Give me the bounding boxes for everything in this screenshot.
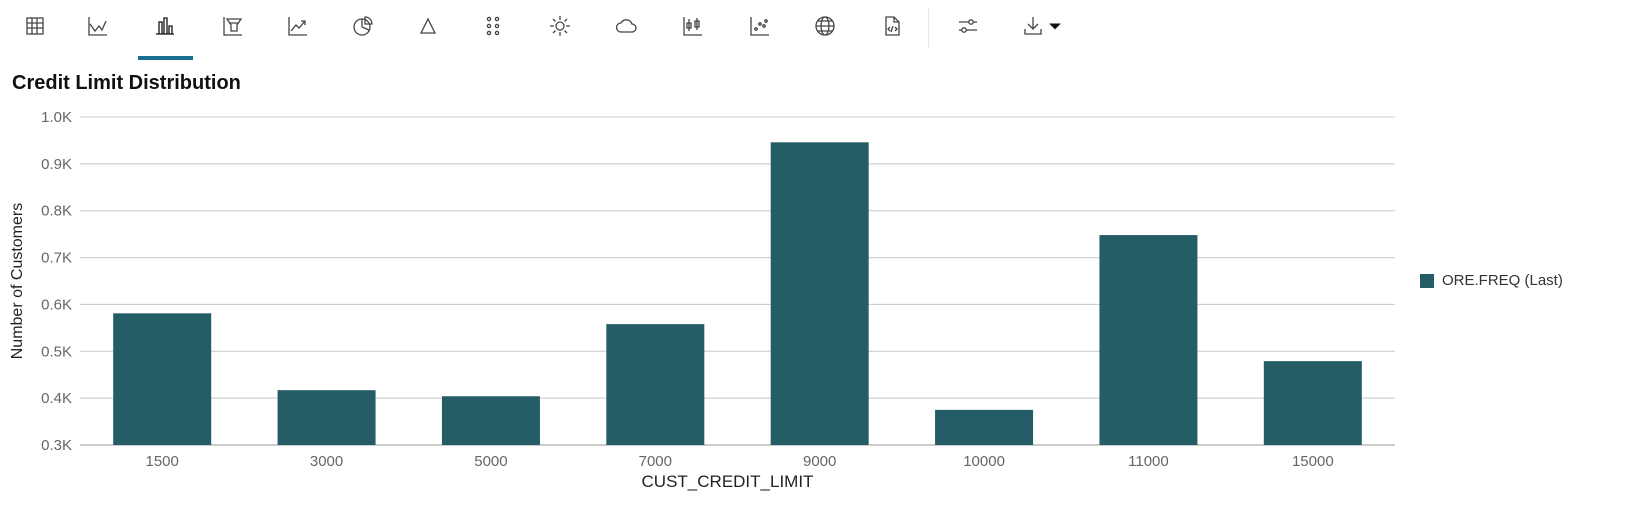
candlestick-icon	[683, 17, 702, 36]
scatter-button[interactable]	[740, 8, 780, 44]
dots-grid-icon	[486, 16, 500, 36]
bar-5000	[441, 396, 540, 445]
sun-button[interactable]	[540, 8, 580, 44]
selected-indicator	[138, 56, 193, 60]
candlestick-button[interactable]	[673, 8, 713, 44]
legend-swatch	[1420, 273, 1434, 288]
trend-chart-button[interactable]	[278, 8, 318, 44]
pie-chart-button[interactable]	[343, 8, 383, 44]
x-tick-label: 15000	[1292, 453, 1334, 470]
bar-7000	[606, 324, 705, 445]
y-axis-title: Number of Customers	[9, 203, 26, 360]
x-tick-label: 10000	[963, 453, 1005, 470]
line-chart-button[interactable]	[78, 8, 118, 44]
sun-icon	[550, 16, 570, 36]
bar-chart: 0.3K 0.4K 0.5K 0.6K 0.7K 0.8K 0.9K 1.0K 1500 3000…	[9, 109, 1395, 491]
chart-title: Credit Limit Distribution	[12, 72, 241, 94]
bar-chart-icon	[156, 17, 174, 35]
x-tick-label: 7000	[639, 453, 672, 470]
table-button[interactable]	[15, 8, 55, 44]
bar-9000	[770, 142, 869, 445]
bar-15000	[1263, 361, 1362, 445]
download-icon	[1024, 17, 1042, 35]
bar-1500	[113, 313, 212, 445]
code-file-button[interactable]	[872, 8, 912, 44]
chart-type-toolbar	[0, 0, 1100, 60]
x-tick-label: 3000	[310, 453, 343, 470]
y-tick-label: 0.5K	[41, 343, 72, 360]
toolbar-divider	[928, 8, 929, 48]
funnel-button[interactable]	[213, 8, 253, 44]
settings-sliders-icon	[959, 19, 977, 33]
download-dropdown[interactable]	[1045, 8, 1065, 44]
pie-chart-icon	[353, 16, 373, 36]
y-tick-label: 0.4K	[41, 390, 72, 407]
trend-chart-icon	[288, 17, 307, 36]
dots-grid-button[interactable]	[473, 8, 513, 44]
caret-down-icon	[1049, 23, 1061, 30]
code-file-icon	[885, 16, 900, 36]
table-icon	[26, 17, 44, 35]
bar-11000	[1099, 235, 1198, 445]
globe-button[interactable]	[805, 8, 845, 44]
x-axis-title: CUST_CREDIT_LIMIT	[642, 472, 814, 491]
cloud-button[interactable]	[606, 8, 646, 44]
cloud-icon	[615, 19, 637, 33]
globe-icon	[815, 16, 835, 36]
legend[interactable]: ORE.FREQ (Last)	[1420, 272, 1563, 289]
legend-label: ORE.FREQ (Last)	[1442, 272, 1563, 289]
y-tick-label: 0.7K	[41, 250, 72, 267]
y-tick-label: 0.3K	[41, 437, 72, 454]
scatter-icon	[750, 17, 769, 36]
y-tick-label: 0.6K	[41, 296, 72, 313]
x-tick-label: 5000	[474, 453, 507, 470]
triangle-icon	[419, 17, 437, 34]
bar-chart-button[interactable]	[145, 8, 185, 44]
y-tick-label: 0.8K	[41, 203, 72, 220]
bar-3000	[277, 390, 376, 445]
funnel-icon	[223, 17, 243, 36]
y-tick-label: 0.9K	[41, 156, 72, 173]
bar-10000	[935, 409, 1034, 445]
x-tick-label: 11000	[1128, 453, 1169, 470]
settings-sliders-button[interactable]	[948, 8, 988, 44]
line-chart-icon	[88, 17, 107, 36]
y-tick-label: 1.0K	[41, 109, 72, 126]
x-tick-label: 9000	[803, 453, 836, 470]
x-tick-label: 1500	[146, 453, 179, 470]
triangle-button[interactable]	[408, 8, 448, 44]
